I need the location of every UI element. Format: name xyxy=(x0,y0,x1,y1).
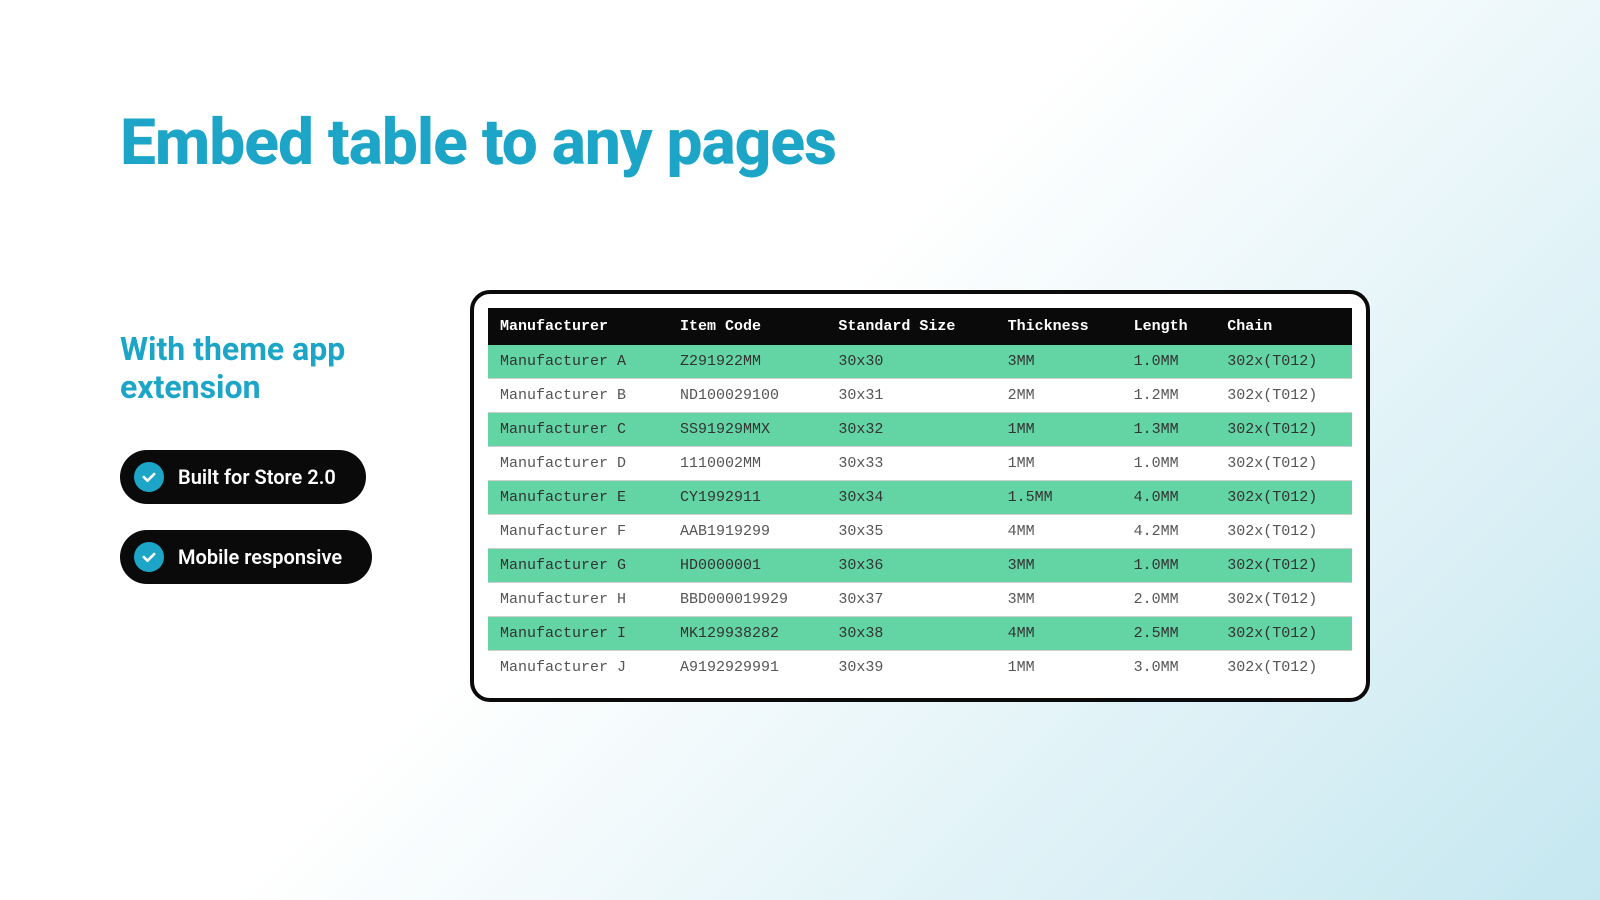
table-header-row: Manufacturer Item Code Standard Size Thi… xyxy=(488,308,1352,345)
table-cell: 1110002MM xyxy=(668,447,826,481)
check-icon xyxy=(134,462,164,492)
table-cell: Manufacturer G xyxy=(488,549,668,583)
table-cell: 1MM xyxy=(996,447,1122,481)
table-cell: 3MM xyxy=(996,583,1122,617)
table-cell: 2MM xyxy=(996,379,1122,413)
table-cell: 1.3MM xyxy=(1122,413,1216,447)
table-cell: 1.0MM xyxy=(1122,549,1216,583)
table-cell: HD0000001 xyxy=(668,549,826,583)
table-cell: 2.5MM xyxy=(1122,617,1216,651)
table-cell: CY1992911 xyxy=(668,481,826,515)
table-cell: 302x(T012) xyxy=(1215,379,1352,413)
table-cell: 302x(T012) xyxy=(1215,413,1352,447)
table-cell: 302x(T012) xyxy=(1215,617,1352,651)
table-cell: 302x(T012) xyxy=(1215,345,1352,379)
table-cell: 30x39 xyxy=(826,651,995,685)
table-cell: 4MM xyxy=(996,515,1122,549)
table-cell: Manufacturer H xyxy=(488,583,668,617)
col-length: Length xyxy=(1122,308,1216,345)
table-cell: 1.0MM xyxy=(1122,345,1216,379)
table-cell: Manufacturer E xyxy=(488,481,668,515)
table-cell: 30x32 xyxy=(826,413,995,447)
table-cell: 30x38 xyxy=(826,617,995,651)
table-cell: MK129938282 xyxy=(668,617,826,651)
table-cell: Z291922MM xyxy=(668,345,826,379)
table-cell: A9192929991 xyxy=(668,651,826,685)
table-cell: 2.0MM xyxy=(1122,583,1216,617)
manufacturer-table: Manufacturer Item Code Standard Size Thi… xyxy=(488,308,1352,684)
table-row: Manufacturer D1110002MM30x331MM1.0MM302x… xyxy=(488,447,1352,481)
table-cell: 1MM xyxy=(996,413,1122,447)
table-row: Manufacturer GHD000000130x363MM1.0MM302x… xyxy=(488,549,1352,583)
table-cell: Manufacturer B xyxy=(488,379,668,413)
feature-label: Built for Store 2.0 xyxy=(178,465,336,489)
table-cell: Manufacturer C xyxy=(488,413,668,447)
table-cell: 30x34 xyxy=(826,481,995,515)
table-cell: 302x(T012) xyxy=(1215,481,1352,515)
table-cell: 302x(T012) xyxy=(1215,549,1352,583)
table-cell: 30x37 xyxy=(826,583,995,617)
table-row: Manufacturer FAAB191929930x354MM4.2MM302… xyxy=(488,515,1352,549)
col-manufacturer: Manufacturer xyxy=(488,308,668,345)
table-cell: Manufacturer A xyxy=(488,345,668,379)
table-cell: 30x36 xyxy=(826,549,995,583)
table-cell: 4MM xyxy=(996,617,1122,651)
table-cell: Manufacturer I xyxy=(488,617,668,651)
table-cell: 1MM xyxy=(996,651,1122,685)
check-icon xyxy=(134,542,164,572)
table-cell: 30x30 xyxy=(826,345,995,379)
table-cell: AAB1919299 xyxy=(668,515,826,549)
table-cell: 30x35 xyxy=(826,515,995,549)
table-cell: 302x(T012) xyxy=(1215,651,1352,685)
col-item-code: Item Code xyxy=(668,308,826,345)
table-cell: Manufacturer F xyxy=(488,515,668,549)
table-cell: 302x(T012) xyxy=(1215,583,1352,617)
table-row: Manufacturer AZ291922MM30x303MM1.0MM302x… xyxy=(488,345,1352,379)
table-cell: BBD000019929 xyxy=(668,583,826,617)
table-cell: 302x(T012) xyxy=(1215,447,1352,481)
embedded-table-card: Manufacturer Item Code Standard Size Thi… xyxy=(470,290,1370,702)
table-cell: SS91929MMX xyxy=(668,413,826,447)
table-cell: 3.0MM xyxy=(1122,651,1216,685)
table-cell: Manufacturer D xyxy=(488,447,668,481)
table-row: Manufacturer JA919292999130x391MM3.0MM30… xyxy=(488,651,1352,685)
col-chain: Chain xyxy=(1215,308,1352,345)
table-cell: 1.2MM xyxy=(1122,379,1216,413)
table-cell: 1.5MM xyxy=(996,481,1122,515)
table-cell: 30x31 xyxy=(826,379,995,413)
feature-label: Mobile responsive xyxy=(178,545,342,569)
page-subtitle: With theme app extension xyxy=(120,330,440,407)
table-cell: 30x33 xyxy=(826,447,995,481)
table-cell: ND100029100 xyxy=(668,379,826,413)
table-row: Manufacturer BND10002910030x312MM1.2MM30… xyxy=(488,379,1352,413)
table-cell: 1.0MM xyxy=(1122,447,1216,481)
table-cell: Manufacturer J xyxy=(488,651,668,685)
page-title: Embed table to any pages xyxy=(120,105,836,180)
table-cell: 3MM xyxy=(996,549,1122,583)
feature-pill-mobile: Mobile responsive xyxy=(120,530,372,584)
feature-pill-store20: Built for Store 2.0 xyxy=(120,450,366,504)
table-row: Manufacturer CSS91929MMX30x321MM1.3MM302… xyxy=(488,413,1352,447)
table-row: Manufacturer HBBD00001992930x373MM2.0MM3… xyxy=(488,583,1352,617)
table-row: Manufacturer ECY199291130x341.5MM4.0MM30… xyxy=(488,481,1352,515)
table-cell: 3MM xyxy=(996,345,1122,379)
col-thickness: Thickness xyxy=(996,308,1122,345)
col-standard-size: Standard Size xyxy=(826,308,995,345)
table-cell: 302x(T012) xyxy=(1215,515,1352,549)
table-cell: 4.2MM xyxy=(1122,515,1216,549)
table-row: Manufacturer IMK12993828230x384MM2.5MM30… xyxy=(488,617,1352,651)
table-cell: 4.0MM xyxy=(1122,481,1216,515)
